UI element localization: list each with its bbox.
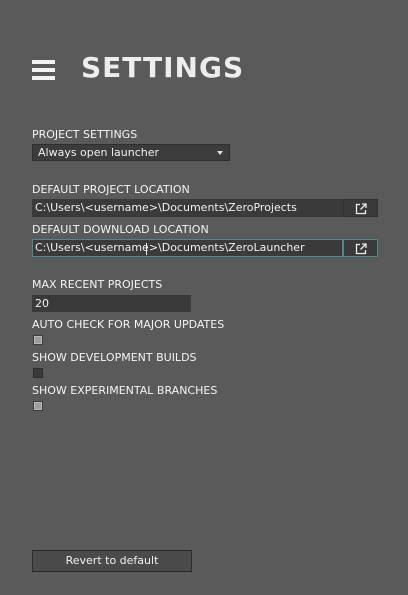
settings-page: SETTINGS PROJECT SETTINGS Always open la… (0, 0, 408, 595)
max-recent-label: MAX RECENT PROJECTS (32, 278, 163, 291)
open-external-icon (355, 243, 367, 255)
dev-builds-label: SHOW DEVELOPMENT BUILDS (32, 351, 197, 364)
open-external-icon (355, 203, 367, 215)
download-location-label: DEFAULT DOWNLOAD LOCATION (32, 223, 209, 236)
max-recent-input[interactable]: 20 (32, 295, 191, 312)
download-location-input[interactable]: C:\Users\<username>\Documents\ZeroLaunch… (32, 239, 343, 257)
revert-to-default-button[interactable]: Revert to default (32, 550, 192, 572)
project-settings-selected: Always open launcher (38, 146, 160, 159)
dev-builds-checkbox[interactable] (33, 368, 43, 378)
project-location-browse-button[interactable] (343, 199, 378, 217)
project-settings-label: PROJECT SETTINGS (32, 128, 138, 141)
auto-check-checkbox[interactable] (33, 335, 43, 345)
project-settings-dropdown[interactable]: Always open launcher (32, 144, 230, 161)
auto-check-label: AUTO CHECK FOR MAJOR UPDATES (32, 318, 225, 331)
chevron-down-icon (217, 151, 223, 155)
text-caret (146, 243, 147, 255)
experimental-label: SHOW EXPERIMENTAL BRANCHES (32, 384, 218, 397)
download-location-browse-button[interactable] (343, 239, 378, 257)
project-location-input[interactable]: C:\Users\<username>\Documents\ZeroProjec… (32, 199, 343, 217)
download-location-value: C:\Users\<username>\Documents\ZeroLaunch… (35, 241, 305, 254)
hamburger-menu-icon[interactable] (32, 60, 55, 80)
experimental-checkbox[interactable] (33, 401, 43, 411)
project-location-label: DEFAULT PROJECT LOCATION (32, 183, 190, 196)
page-title: SETTINGS (81, 51, 245, 84)
